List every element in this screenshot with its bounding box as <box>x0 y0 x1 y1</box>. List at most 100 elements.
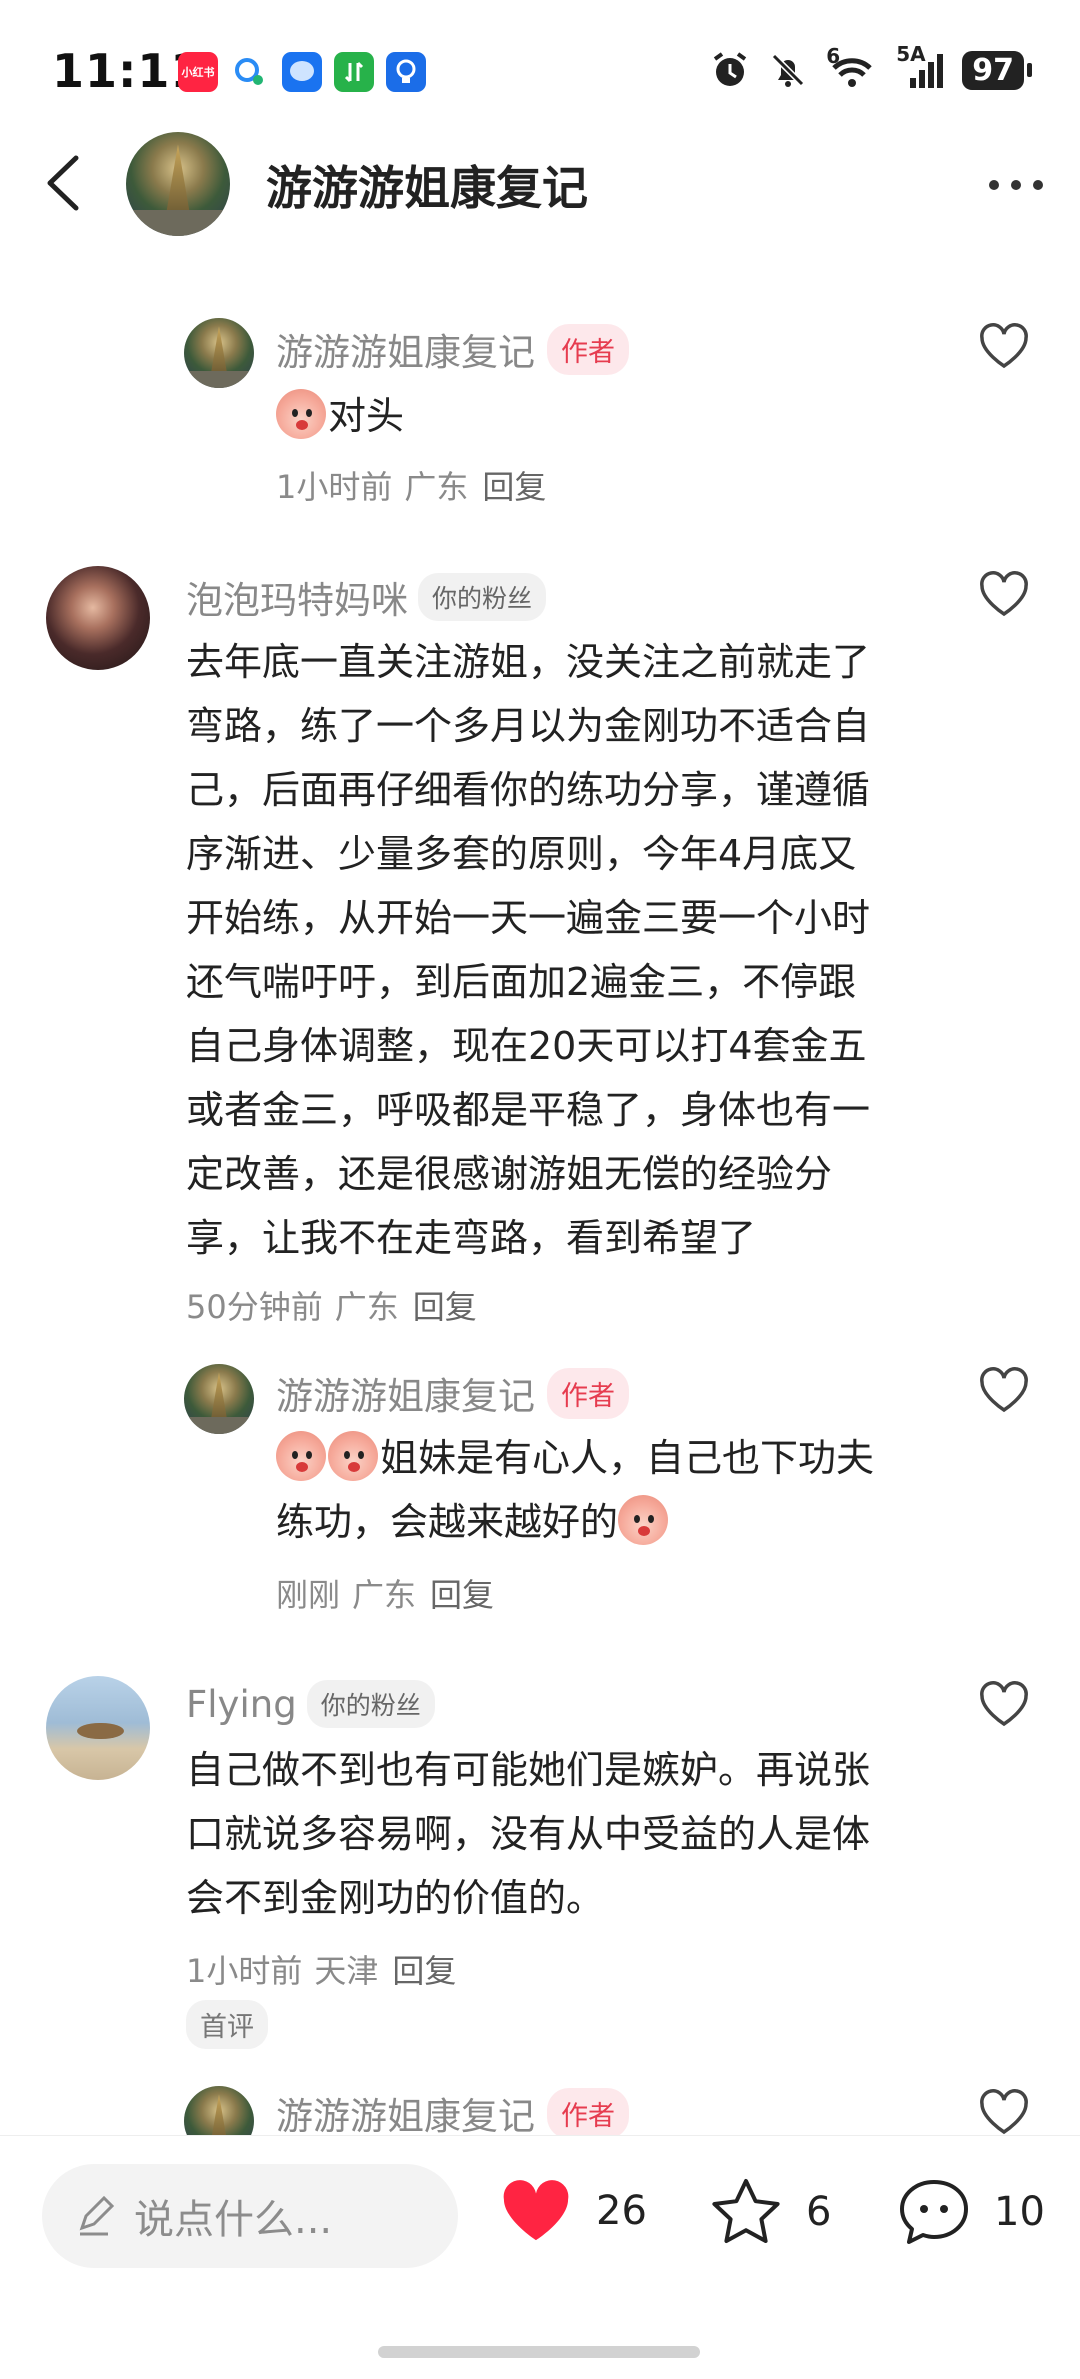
wifi-label: 6 <box>826 44 841 68</box>
home-indicator[interactable] <box>378 2346 700 2358</box>
like-count: 26 <box>596 2188 647 2234</box>
heart-outline-icon <box>980 571 1028 617</box>
comment-line: 己，后面再仔细看你的练功分享，谨遵循 <box>186 768 871 812</box>
heart-filled-icon <box>503 2180 569 2241</box>
author-tag: 作者 <box>547 323 629 375</box>
heart-outline-icon <box>980 1681 1028 1727</box>
wifi-icon: 6 <box>826 44 878 90</box>
collect-button[interactable]: 6 <box>708 2176 831 2248</box>
author-tag: 作者 <box>547 2087 629 2139</box>
comment-time: 刚刚 <box>276 1576 341 1614</box>
comment-meta: 刚刚 广东 回复 <box>276 1570 494 1616</box>
comment-location: 广东 <box>334 1288 399 1326</box>
comment-time: 1小时前 <box>276 468 393 506</box>
commenter-name[interactable]: 泡泡玛特妈咪 <box>186 570 408 624</box>
like-button[interactable]: 26 <box>498 2176 647 2246</box>
comment-text[interactable]: 自己做不到也有可能她们是嫉妒。再说张 口就说多容易啊，没有从中受益的人是体 会不… <box>186 1738 946 1930</box>
comment-line: 自己做不到也有可能她们是嫉妒。再说张 <box>186 1748 871 1792</box>
back-button[interactable] <box>40 150 90 216</box>
comment-line: 还气喘吁吁，到后面加2遍金三，不停跟 <box>186 960 857 1004</box>
commenter-avatar[interactable] <box>46 1676 150 1780</box>
peach-face-emoji-icon <box>328 1431 378 1481</box>
comment-text[interactable]: 姐妹是有心人，自己也下功夫 练功，会越来越好的 <box>276 1426 976 1554</box>
fan-tag: 你的粉丝 <box>306 1680 435 1728</box>
comment-count: 10 <box>994 2189 1045 2235</box>
message-app-icon <box>282 52 322 92</box>
comment-bubble-icon <box>900 2180 968 2244</box>
reply-avatar[interactable] <box>184 1364 254 1434</box>
reply-button[interactable]: 回复 <box>430 1576 494 1614</box>
lightbulb-app-icon <box>386 52 426 92</box>
status-icons: 6 5A 97 <box>710 42 1032 90</box>
author-tag: 作者 <box>547 1367 629 1419</box>
cellular-signal-icon: 5A <box>896 42 944 90</box>
comment-like-button[interactable] <box>978 2088 1030 2140</box>
commenter-avatar[interactable] <box>46 566 150 670</box>
comment-line: 定改善，还是很感谢游姐无偿的经验分 <box>186 1152 833 1196</box>
comment-like-button[interactable] <box>978 570 1030 622</box>
xiaohongshu-app-icon: 小红书 <box>178 52 218 92</box>
reply-avatar[interactable] <box>184 318 254 388</box>
comment-input[interactable]: 说点什么... <box>42 2164 458 2268</box>
comment-line: 会不到金刚功的价值的。 <box>186 1876 605 1920</box>
transfer-app-icon <box>334 52 374 92</box>
comment-line: 弯路，练了一个多月以为金刚功不适合自 <box>186 704 871 748</box>
comment-line: 去年底一直关注游姐，没关注之前就走了 <box>186 640 871 684</box>
comment-meta: 1小时前 广东 回复 <box>276 462 546 508</box>
reply-header: 游游游姐康复记 作者 <box>276 1366 629 1420</box>
more-options-button[interactable] <box>986 170 1046 200</box>
comment-time: 50分钟前 <box>186 1288 323 1326</box>
reply-button[interactable]: 回复 <box>413 1288 477 1326</box>
comment-line: 自己身体调整，现在20天可以打4套金五 <box>186 1024 867 1068</box>
chat-bubble-app-icon <box>230 52 270 92</box>
comment-time: 1小时前 <box>186 1952 303 1990</box>
reply-header: 游游游姐康复记 作者 <box>276 2086 629 2140</box>
author-avatar[interactable] <box>126 132 230 236</box>
pencil-icon <box>79 2195 115 2236</box>
input-placeholder: 说点什么... <box>134 2197 333 2243</box>
comment-meta: 1小时前 天津 回复 <box>186 1946 456 1992</box>
comment-text-body: 练功，会越来越好的 <box>276 1500 619 1544</box>
comment-text-body: 对头 <box>328 394 405 438</box>
comment-location: 广东 <box>404 468 469 506</box>
app-badge-label: 小红书 <box>181 66 215 79</box>
comment-text-body: 姐妹是有心人，自己也下功夫 <box>380 1436 875 1480</box>
comment-like-button[interactable] <box>978 1680 1030 1732</box>
commenter-name[interactable]: Flying <box>186 1683 297 1726</box>
comment-text[interactable]: 去年底一直关注游姐，没关注之前就走了 弯路，练了一个多月以为金刚功不适合自 己，… <box>186 630 946 1270</box>
network-label: 5A <box>896 42 926 66</box>
commenter-name[interactable]: 游游游姐康复记 <box>276 1366 535 1420</box>
comment-text[interactable]: 对头 <box>276 384 404 448</box>
mute-bell-icon <box>772 53 805 87</box>
alarm-icon <box>714 52 747 86</box>
heart-outline-icon <box>980 2089 1028 2135</box>
comment-line: 姐妹是有心人，自己也下功夫 <box>276 1426 976 1490</box>
comment-line: 享，让我不在走弯路，看到希望了 <box>186 1216 757 1260</box>
comment-line: 或者金三，呼吸都是平稳了，身体也有一 <box>186 1088 871 1132</box>
commenter-name[interactable]: 游游游姐康复记 <box>276 2086 535 2140</box>
commenter-name[interactable]: 游游游姐康复记 <box>276 322 535 376</box>
comment-header: 泡泡玛特妈咪 你的粉丝 <box>186 570 547 624</box>
first-comment-badge: 首评 <box>186 2000 268 2049</box>
peach-face-emoji-icon <box>276 389 326 439</box>
collect-count: 6 <box>806 2189 832 2235</box>
reply-header: 游游游姐康复记 作者 <box>276 322 629 376</box>
comment-header: Flying 你的粉丝 <box>186 1680 435 1728</box>
page-title[interactable]: 游游游姐康复记 <box>266 152 588 218</box>
comment-line: 口就说多容易啊，没有从中受益的人是体 <box>186 1812 871 1856</box>
comments-button[interactable]: 10 <box>896 2176 1045 2248</box>
comment-like-button[interactable] <box>978 322 1030 374</box>
more-dots-icon <box>989 180 1043 190</box>
reply-button[interactable]: 回复 <box>392 1952 456 1990</box>
reply-button[interactable]: 回复 <box>482 468 546 506</box>
fan-tag: 你的粉丝 <box>418 573 547 621</box>
peach-face-emoji-icon <box>618 1495 669 1545</box>
peach-face-emoji-icon <box>276 1431 326 1481</box>
comment-line: 序渐进、少量多套的原则，今年4月底又 <box>186 832 857 876</box>
comment-meta: 50分钟前 广东 回复 <box>186 1282 477 1328</box>
star-outline-icon <box>712 2179 780 2243</box>
comment-line: 练功，会越来越好的 <box>276 1490 976 1554</box>
battery-indicator: 97 <box>962 50 1032 90</box>
comment-like-button[interactable] <box>978 1366 1030 1418</box>
heart-outline-icon <box>980 1367 1028 1413</box>
